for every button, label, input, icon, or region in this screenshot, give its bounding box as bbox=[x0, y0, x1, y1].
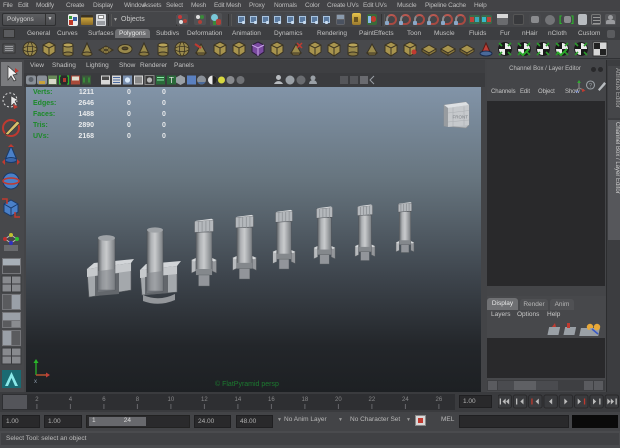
svg-text:26: 26 bbox=[436, 397, 443, 403]
svg-text:12: 12 bbox=[201, 397, 208, 403]
svg-text:18: 18 bbox=[302, 397, 309, 403]
svg-text:2: 2 bbox=[35, 397, 39, 403]
svg-text:16: 16 bbox=[268, 397, 275, 403]
svg-text:20: 20 bbox=[335, 397, 342, 403]
svg-text:4: 4 bbox=[69, 397, 73, 403]
svg-text:10: 10 bbox=[168, 397, 175, 403]
svg-text:© FlatPyramid persp: © FlatPyramid persp bbox=[215, 380, 279, 388]
svg-text:x: x bbox=[34, 379, 37, 385]
svg-text:8: 8 bbox=[136, 397, 140, 403]
svg-text:14: 14 bbox=[235, 397, 242, 403]
svg-text:22: 22 bbox=[369, 397, 376, 403]
svg-text:FRONT: FRONT bbox=[453, 115, 469, 120]
svg-text:6: 6 bbox=[102, 397, 106, 403]
svg-text:24: 24 bbox=[402, 397, 409, 403]
svg-text:T: T bbox=[169, 76, 174, 85]
